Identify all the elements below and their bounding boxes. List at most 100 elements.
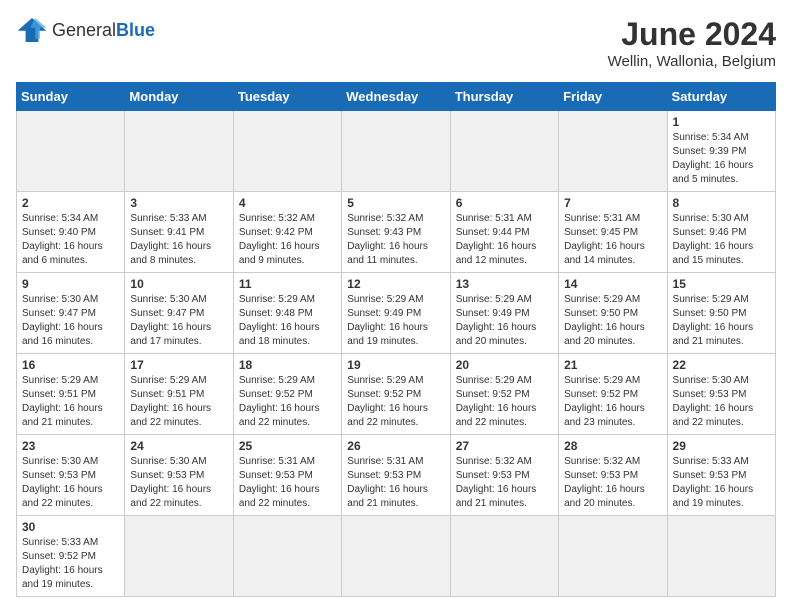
calendar-day-cell [450, 516, 558, 597]
weekday-header-tuesday: Tuesday [233, 83, 341, 111]
weekday-header-wednesday: Wednesday [342, 83, 450, 111]
calendar-day-cell: 12 Sunrise: 5:29 AM Sunset: 9:49 PM Dayli… [342, 273, 450, 354]
day-info: Sunrise: 5:32 AM Sunset: 9:53 PM Dayligh… [564, 455, 661, 511]
day-info: Sunrise: 5:30 AM Sunset: 9:53 PM Dayligh… [22, 455, 119, 511]
location-subtitle: Wellin, Wallonia, Belgium [608, 53, 776, 70]
day-number: 16 [22, 358, 119, 372]
calendar-day-cell: 27Sunrise: 5:32 AM Sunset: 9:53 PM Dayli… [450, 435, 558, 516]
day-info: Sunrise: 5:33 AM Sunset: 9:41 PM Dayligh… [130, 212, 227, 268]
logo: GeneralBlue [16, 16, 155, 44]
calendar-week-row: 1 Sunrise: 5:34 AM Sunset: 9:39 PM Daylig… [17, 111, 776, 192]
day-number: 13 [456, 277, 553, 291]
day-number: 19 [347, 358, 444, 372]
calendar-day-cell: 17 Sunrise: 5:29 AM Sunset: 9:51 PM Dayli… [125, 354, 233, 435]
day-info: Sunrise: 5:29 AM Sunset: 9:52 PM Dayligh… [347, 374, 444, 430]
calendar-day-cell: 21 Sunrise: 5:29 AM Sunset: 9:52 PM Dayli… [559, 354, 667, 435]
day-info: Sunrise: 5:32 AM Sunset: 9:43 PM Dayligh… [347, 212, 444, 268]
weekday-header-row: SundayMondayTuesdayWednesdayThursdayFrid… [17, 83, 776, 111]
day-info: Sunrise: 5:33 AM Sunset: 9:52 PM Dayligh… [22, 536, 119, 592]
day-number: 28 [564, 439, 661, 453]
calendar-day-cell [342, 516, 450, 597]
weekday-header-sunday: Sunday [17, 83, 125, 111]
calendar-week-row: 23 Sunrise: 5:30 AM Sunset: 9:53 PM Dayli… [17, 435, 776, 516]
page-header: GeneralBlue June 2024 Wellin, Wallonia, … [16, 16, 776, 70]
day-info: Sunrise: 5:30 AM Sunset: 9:47 PM Dayligh… [130, 293, 227, 349]
calendar-day-cell: 18Sunrise: 5:29 AM Sunset: 9:52 PM Dayli… [233, 354, 341, 435]
day-info: Sunrise: 5:29 AM Sunset: 9:49 PM Dayligh… [347, 293, 444, 349]
day-number: 4 [239, 196, 336, 210]
day-info: Sunrise: 5:34 AM Sunset: 9:40 PM Dayligh… [22, 212, 119, 268]
day-info: Sunrise: 5:30 AM Sunset: 9:47 PM Dayligh… [22, 293, 119, 349]
day-info: Sunrise: 5:29 AM Sunset: 9:50 PM Dayligh… [564, 293, 661, 349]
day-number: 30 [22, 520, 119, 534]
calendar-day-cell: 1 Sunrise: 5:34 AM Sunset: 9:39 PM Daylig… [667, 111, 775, 192]
day-number: 25 [239, 439, 336, 453]
day-number: 15 [673, 277, 770, 291]
day-number: 14 [564, 277, 661, 291]
calendar-day-cell [667, 516, 775, 597]
calendar-day-cell: 5Sunrise: 5:32 AM Sunset: 9:43 PM Daylig… [342, 192, 450, 273]
day-number: 22 [673, 358, 770, 372]
day-info: Sunrise: 5:31 AM Sunset: 9:53 PM Dayligh… [239, 455, 336, 511]
day-info: Sunrise: 5:29 AM Sunset: 9:51 PM Dayligh… [130, 374, 227, 430]
calendar-week-row: 9Sunrise: 5:30 AM Sunset: 9:47 PM Daylig… [17, 273, 776, 354]
day-number: 27 [456, 439, 553, 453]
calendar-table: SundayMondayTuesdayWednesdayThursdayFrid… [16, 82, 776, 597]
day-info: Sunrise: 5:29 AM Sunset: 9:52 PM Dayligh… [239, 374, 336, 430]
day-number: 23 [22, 439, 119, 453]
day-info: Sunrise: 5:29 AM Sunset: 9:51 PM Dayligh… [22, 374, 119, 430]
day-info: Sunrise: 5:29 AM Sunset: 9:49 PM Dayligh… [456, 293, 553, 349]
calendar-day-cell: 29 Sunrise: 5:33 AM Sunset: 9:53 PM Dayli… [667, 435, 775, 516]
calendar-day-cell [559, 516, 667, 597]
logo-text: GeneralBlue [52, 20, 155, 41]
day-info: Sunrise: 5:33 AM Sunset: 9:53 PM Dayligh… [673, 455, 770, 511]
weekday-header-saturday: Saturday [667, 83, 775, 111]
calendar-day-cell: 23 Sunrise: 5:30 AM Sunset: 9:53 PM Dayli… [17, 435, 125, 516]
calendar-day-cell [17, 111, 125, 192]
calendar-day-cell [125, 516, 233, 597]
calendar-day-cell: 26Sunrise: 5:31 AM Sunset: 9:53 PM Dayli… [342, 435, 450, 516]
day-number: 21 [564, 358, 661, 372]
calendar-day-cell: 16 Sunrise: 5:29 AM Sunset: 9:51 PM Dayli… [17, 354, 125, 435]
calendar-day-cell: 22 Sunrise: 5:30 AM Sunset: 9:53 PM Dayli… [667, 354, 775, 435]
day-number: 1 [673, 115, 770, 129]
day-info: Sunrise: 5:29 AM Sunset: 9:48 PM Dayligh… [239, 293, 336, 349]
day-number: 24 [130, 439, 227, 453]
day-info: Sunrise: 5:32 AM Sunset: 9:42 PM Dayligh… [239, 212, 336, 268]
calendar-day-cell: 30 Sunrise: 5:33 AM Sunset: 9:52 PM Dayli… [17, 516, 125, 597]
calendar-day-cell [125, 111, 233, 192]
calendar-day-cell: 7Sunrise: 5:31 AM Sunset: 9:45 PM Daylig… [559, 192, 667, 273]
month-year-title: June 2024 [608, 16, 776, 53]
day-info: Sunrise: 5:30 AM Sunset: 9:53 PM Dayligh… [673, 374, 770, 430]
calendar-day-cell [233, 111, 341, 192]
calendar-day-cell [342, 111, 450, 192]
day-info: Sunrise: 5:29 AM Sunset: 9:52 PM Dayligh… [564, 374, 661, 430]
day-info: Sunrise: 5:31 AM Sunset: 9:53 PM Dayligh… [347, 455, 444, 511]
day-number: 12 [347, 277, 444, 291]
day-number: 17 [130, 358, 227, 372]
calendar-week-row: 16 Sunrise: 5:29 AM Sunset: 9:51 PM Dayli… [17, 354, 776, 435]
calendar-day-cell [450, 111, 558, 192]
calendar-day-cell: 9Sunrise: 5:30 AM Sunset: 9:47 PM Daylig… [17, 273, 125, 354]
calendar-day-cell [233, 516, 341, 597]
weekday-header-monday: Monday [125, 83, 233, 111]
day-info: Sunrise: 5:31 AM Sunset: 9:45 PM Dayligh… [564, 212, 661, 268]
calendar-day-cell: 11Sunrise: 5:29 AM Sunset: 9:48 PM Dayli… [233, 273, 341, 354]
day-info: Sunrise: 5:29 AM Sunset: 9:52 PM Dayligh… [456, 374, 553, 430]
calendar-day-cell [559, 111, 667, 192]
day-number: 29 [673, 439, 770, 453]
calendar-day-cell: 4 Sunrise: 5:32 AM Sunset: 9:42 PM Daylig… [233, 192, 341, 273]
calendar-day-cell: 2 Sunrise: 5:34 AM Sunset: 9:40 PM Daylig… [17, 192, 125, 273]
calendar-day-cell: 6Sunrise: 5:31 AM Sunset: 9:44 PM Daylig… [450, 192, 558, 273]
calendar-day-cell: 19 Sunrise: 5:29 AM Sunset: 9:52 PM Dayli… [342, 354, 450, 435]
title-area: June 2024 Wellin, Wallonia, Belgium [608, 16, 776, 70]
calendar-day-cell: 8Sunrise: 5:30 AM Sunset: 9:46 PM Daylig… [667, 192, 775, 273]
day-info: Sunrise: 5:34 AM Sunset: 9:39 PM Dayligh… [673, 131, 770, 187]
day-number: 20 [456, 358, 553, 372]
day-info: Sunrise: 5:31 AM Sunset: 9:44 PM Dayligh… [456, 212, 553, 268]
day-info: Sunrise: 5:29 AM Sunset: 9:50 PM Dayligh… [673, 293, 770, 349]
day-number: 10 [130, 277, 227, 291]
day-number: 3 [130, 196, 227, 210]
day-number: 2 [22, 196, 119, 210]
calendar-day-cell: 14 Sunrise: 5:29 AM Sunset: 9:50 PM Dayli… [559, 273, 667, 354]
